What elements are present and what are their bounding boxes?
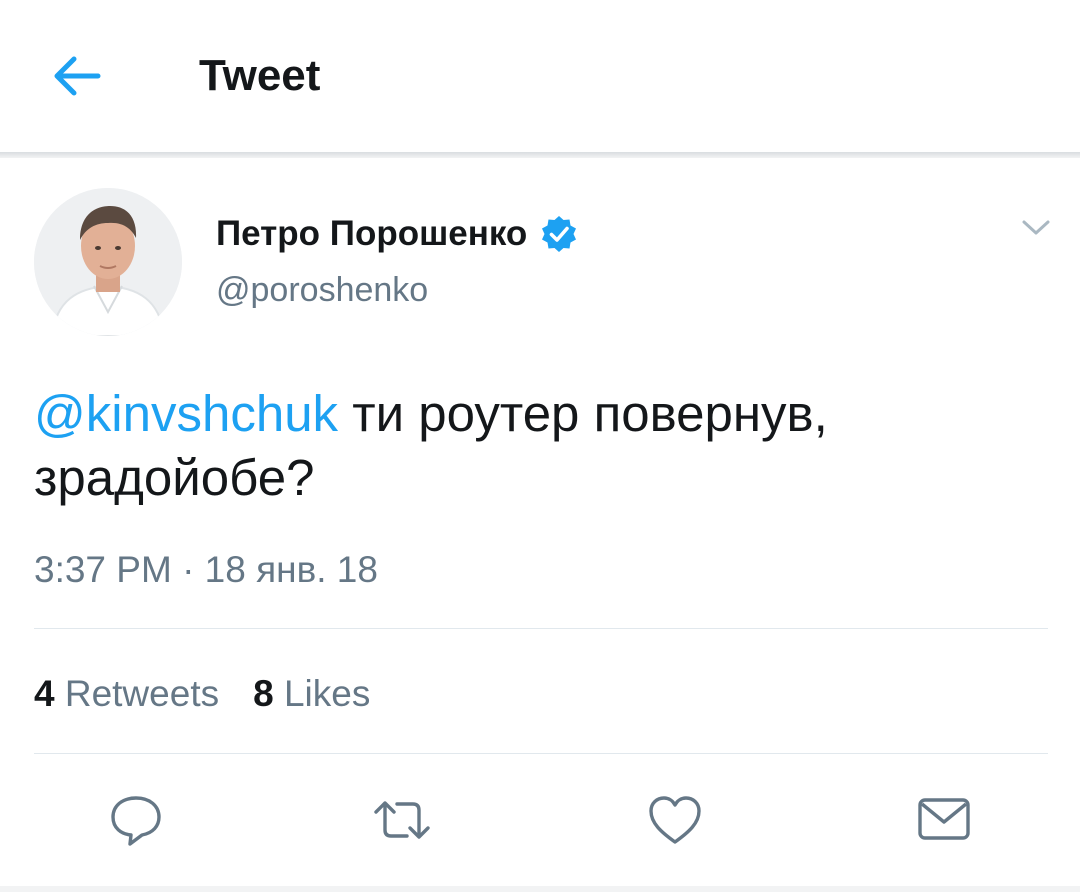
tweet-body: @kinvshchuk ти роутер повернув, зрадойоб…: [34, 382, 1044, 510]
like-button[interactable]: [645, 792, 705, 848]
divider: [34, 628, 1048, 629]
author-display-name[interactable]: Петро Порошенко: [216, 212, 579, 256]
mention-link[interactable]: @kinvshchuk: [34, 385, 338, 442]
reply-button[interactable]: [106, 792, 166, 848]
back-button[interactable]: [46, 50, 108, 102]
author-handle[interactable]: @poroshenko: [216, 268, 428, 312]
chevron-down-icon: [1022, 220, 1050, 235]
author-name-text: Петро Порошенко: [216, 214, 528, 253]
page-title: Tweet: [199, 51, 321, 100]
retweets-label: Retweets: [64, 673, 220, 714]
message-icon: [918, 798, 970, 840]
retweets-count: 4: [34, 673, 55, 714]
arrow-left-icon: [54, 56, 101, 96]
retweets-stat[interactable]: 4 Retweets: [34, 670, 219, 718]
tweet-stats: 4 Retweets 8 Likes: [34, 670, 404, 718]
likes-stat[interactable]: 8 Likes: [253, 670, 370, 718]
more-options-button[interactable]: [1014, 210, 1058, 246]
top-bar: Tweet: [0, 0, 1080, 154]
divider: [34, 753, 1048, 754]
like-icon: [649, 796, 701, 844]
direct-message-button[interactable]: [914, 792, 974, 848]
likes-count: 8: [253, 673, 274, 714]
retweet-icon: [374, 801, 430, 839]
avatar[interactable]: [34, 188, 182, 336]
avatar-image: [34, 188, 182, 336]
verified-badge-icon: [542, 216, 577, 252]
header-divider: [0, 152, 1080, 158]
reply-icon: [111, 796, 161, 846]
bottom-divider: [0, 886, 1080, 892]
retweet-button[interactable]: [372, 792, 432, 848]
likes-label: Likes: [283, 673, 371, 714]
tweet-timestamp[interactable]: 3:37 PM · 18 янв. 18: [34, 546, 378, 594]
